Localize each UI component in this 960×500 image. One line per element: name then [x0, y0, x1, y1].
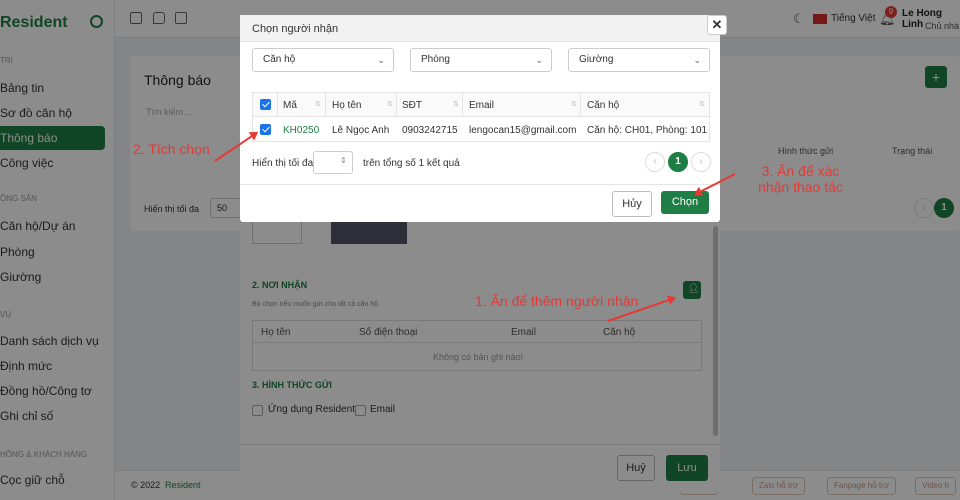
annotation-step3-line1: 3. Ấn để xác [761, 163, 840, 179]
chevron-down-icon: ⌄ [693, 55, 701, 65]
table-row[interactable]: KH0250 Lê Ngọc Anh 0903242715 lengocan15… [253, 117, 709, 142]
total-results-text: trên tổng số 1 kết quả [363, 158, 460, 169]
col-name[interactable]: Họ tên [332, 100, 361, 111]
apartment-select-value: Căn hộ [263, 54, 296, 65]
chevron-down-icon: ⌄ [535, 55, 543, 65]
show-max-label: Hiển thị tối đa [252, 158, 314, 169]
row-name: Lê Ngọc Anh [332, 125, 390, 136]
next-page-button[interactable]: › [691, 152, 711, 172]
choose-recipient-modal: Chọn người nhận ✕ Căn hộ ⌄ Phòng ⌄ Giườn… [240, 15, 727, 222]
row-phone: 0903242715 [402, 125, 458, 136]
apartment-select[interactable]: Căn hộ ⌄ [252, 48, 394, 72]
annotation-step2: 2. Tích chọn [133, 141, 210, 157]
sort-icon[interactable]: ⇅ [699, 100, 705, 108]
modal-header: Chọn người nhận [240, 15, 720, 42]
annotation-step3-line2: nhận thao tác [758, 179, 843, 195]
close-icon[interactable]: ✕ [707, 15, 727, 35]
prev-page-button[interactable]: ‹ [645, 152, 665, 172]
row-apartment: Căn hộ: CH01, Phòng: 101 [587, 125, 708, 136]
annotation-step3: 3. Ấn để xác nhận thao tác [753, 163, 848, 195]
modal-cancel-button[interactable]: Hủy [612, 191, 652, 217]
bed-select-value: Giường [579, 54, 614, 65]
col-apartment[interactable]: Căn hộ [587, 100, 619, 111]
select-all-checkbox[interactable] [260, 99, 271, 110]
row-code[interactable]: KH0250 [283, 125, 319, 136]
sort-icon[interactable]: ⇅ [387, 100, 393, 108]
col-phone[interactable]: SĐT [402, 100, 422, 111]
bed-select[interactable]: Giường ⌄ [568, 48, 710, 72]
col-email[interactable]: Email [469, 100, 494, 111]
room-select[interactable]: Phòng ⌄ [410, 48, 552, 72]
row-checkbox[interactable] [260, 124, 271, 135]
modal-title: Chọn người nhận [252, 23, 339, 35]
footer-divider [240, 184, 720, 185]
sort-icon[interactable]: ⇅ [453, 100, 459, 108]
sort-icon[interactable]: ⇅ [571, 100, 577, 108]
stepper-icon: ⇕ [340, 156, 347, 165]
row-email: lengocan15@gmail.com [469, 125, 577, 136]
room-select-value: Phòng [421, 54, 450, 65]
customer-table: Mã ⇅ Họ tên ⇅ SĐT ⇅ Email ⇅ Căn hộ ⇅ KH0… [252, 92, 710, 142]
page-size-select[interactable]: ⇕ [313, 151, 353, 174]
sort-icon[interactable]: ⇅ [315, 100, 321, 108]
col-code[interactable]: Mã [283, 100, 297, 111]
annotation-step1: 1. Ấn để thêm người nhận [475, 293, 639, 309]
current-page[interactable]: 1 [668, 152, 688, 172]
chevron-down-icon: ⌄ [377, 55, 385, 65]
